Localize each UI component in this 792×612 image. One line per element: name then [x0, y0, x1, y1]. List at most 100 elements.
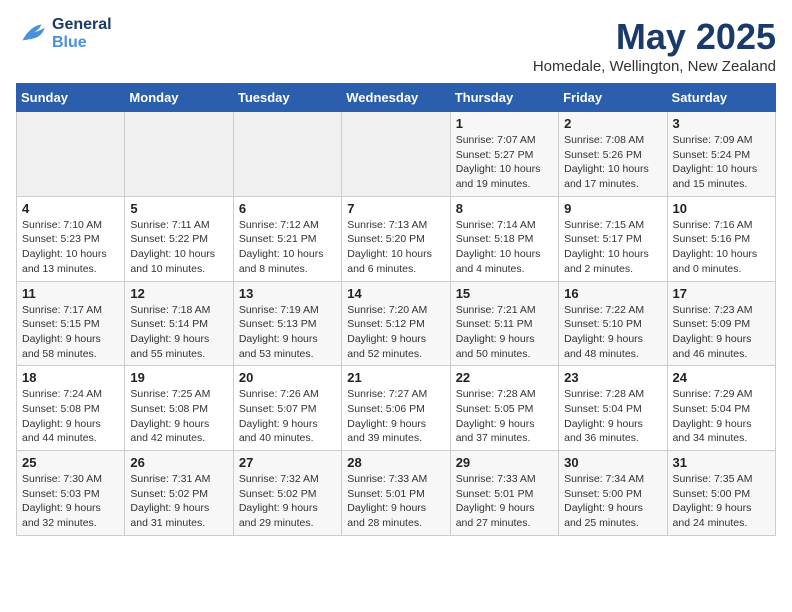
day-info: Sunrise: 7:27 AM Sunset: 5:06 PM Dayligh…	[347, 387, 444, 446]
day-number: 7	[347, 201, 444, 216]
day-number: 13	[239, 286, 336, 301]
calendar-cell: 9 Sunrise: 7:15 AM Sunset: 5:17 PM Daylig…	[559, 196, 667, 281]
day-number: 5	[130, 201, 227, 216]
day-number: 28	[347, 455, 444, 470]
day-info: Sunrise: 7:08 AM Sunset: 5:26 PM Dayligh…	[564, 133, 661, 192]
day-info: Sunrise: 7:19 AM Sunset: 5:13 PM Dayligh…	[239, 303, 336, 362]
calendar-cell: 1 Sunrise: 7:07 AM Sunset: 5:27 PM Daylig…	[450, 112, 558, 197]
day-info: Sunrise: 7:28 AM Sunset: 5:04 PM Dayligh…	[564, 387, 661, 446]
page-header: General Blue May 2025 Homedale, Wellingt…	[16, 16, 776, 75]
calendar-cell: 7 Sunrise: 7:13 AM Sunset: 5:20 PM Daylig…	[342, 196, 450, 281]
day-number: 15	[456, 286, 553, 301]
day-number: 18	[22, 370, 119, 385]
day-info: Sunrise: 7:12 AM Sunset: 5:21 PM Dayligh…	[239, 218, 336, 277]
title-block: May 2025 Homedale, Wellington, New Zeala…	[533, 16, 776, 75]
day-info: Sunrise: 7:35 AM Sunset: 5:00 PM Dayligh…	[673, 472, 770, 531]
day-number: 16	[564, 286, 661, 301]
calendar-cell: 10Sunrise: 7:16 AM Sunset: 5:16 PM Dayli…	[667, 196, 775, 281]
day-number: 29	[456, 455, 553, 470]
day-info: Sunrise: 7:17 AM Sunset: 5:15 PM Dayligh…	[22, 303, 119, 362]
calendar-header-row: SundayMondayTuesdayWednesdayThursdayFrid…	[17, 84, 776, 112]
calendar-cell: 30 Sunrise: 7:34 AM Sunset: 5:00 PM Dayli…	[559, 451, 667, 536]
day-number: 30	[564, 455, 661, 470]
day-number: 9	[564, 201, 661, 216]
logo: General Blue	[16, 16, 112, 51]
day-info: Sunrise: 7:20 AM Sunset: 5:12 PM Dayligh…	[347, 303, 444, 362]
day-number: 14	[347, 286, 444, 301]
day-info: Sunrise: 7:33 AM Sunset: 5:01 PM Dayligh…	[456, 472, 553, 531]
calendar-cell: 27Sunrise: 7:32 AM Sunset: 5:02 PM Dayli…	[233, 451, 341, 536]
calendar-cell: 8 Sunrise: 7:14 AM Sunset: 5:18 PM Daylig…	[450, 196, 558, 281]
day-number: 11	[22, 286, 119, 301]
day-number: 8	[456, 201, 553, 216]
day-info: Sunrise: 7:15 AM Sunset: 5:17 PM Dayligh…	[564, 218, 661, 277]
calendar-cell: 23Sunrise: 7:28 AM Sunset: 5:04 PM Dayli…	[559, 366, 667, 451]
day-number: 2	[564, 116, 661, 131]
day-number: 17	[673, 286, 770, 301]
day-info: Sunrise: 7:11 AM Sunset: 5:22 PM Dayligh…	[130, 218, 227, 277]
location-title: Homedale, Wellington, New Zealand	[533, 58, 776, 75]
logo-text-blue: Blue	[52, 34, 112, 52]
day-info: Sunrise: 7:18 AM Sunset: 5:14 PM Dayligh…	[130, 303, 227, 362]
calendar-cell	[125, 112, 233, 197]
day-info: Sunrise: 7:31 AM Sunset: 5:02 PM Dayligh…	[130, 472, 227, 531]
calendar-cell	[342, 112, 450, 197]
day-info: Sunrise: 7:28 AM Sunset: 5:05 PM Dayligh…	[456, 387, 553, 446]
day-number: 10	[673, 201, 770, 216]
calendar-table: SundayMondayTuesdayWednesdayThursdayFrid…	[16, 83, 776, 536]
calendar-cell: 13 Sunrise: 7:19 AM Sunset: 5:13 PM Dayli…	[233, 281, 341, 366]
day-info: Sunrise: 7:21 AM Sunset: 5:11 PM Dayligh…	[456, 303, 553, 362]
day-info: Sunrise: 7:22 AM Sunset: 5:10 PM Dayligh…	[564, 303, 661, 362]
weekday-header-sunday: Sunday	[17, 84, 125, 112]
calendar-cell	[233, 112, 341, 197]
logo-text-general: General	[52, 16, 112, 34]
calendar-week-1: 1 Sunrise: 7:07 AM Sunset: 5:27 PM Daylig…	[17, 112, 776, 197]
weekday-header-tuesday: Tuesday	[233, 84, 341, 112]
calendar-cell: 2 Sunrise: 7:08 AM Sunset: 5:26 PM Daylig…	[559, 112, 667, 197]
calendar-cell: 11 Sunrise: 7:17 AM Sunset: 5:15 PM Dayli…	[17, 281, 125, 366]
logo-icon	[16, 18, 48, 50]
calendar-cell: 20Sunrise: 7:26 AM Sunset: 5:07 PM Dayli…	[233, 366, 341, 451]
day-number: 26	[130, 455, 227, 470]
day-number: 4	[22, 201, 119, 216]
day-info: Sunrise: 7:07 AM Sunset: 5:27 PM Dayligh…	[456, 133, 553, 192]
day-info: Sunrise: 7:34 AM Sunset: 5:00 PM Dayligh…	[564, 472, 661, 531]
day-number: 22	[456, 370, 553, 385]
day-number: 31	[673, 455, 770, 470]
calendar-week-2: 4Sunrise: 7:10 AM Sunset: 5:23 PM Daylig…	[17, 196, 776, 281]
calendar-cell: 4Sunrise: 7:10 AM Sunset: 5:23 PM Daylig…	[17, 196, 125, 281]
day-info: Sunrise: 7:30 AM Sunset: 5:03 PM Dayligh…	[22, 472, 119, 531]
day-info: Sunrise: 7:25 AM Sunset: 5:08 PM Dayligh…	[130, 387, 227, 446]
weekday-header-saturday: Saturday	[667, 84, 775, 112]
calendar-cell: 19 Sunrise: 7:25 AM Sunset: 5:08 PM Dayli…	[125, 366, 233, 451]
day-number: 19	[130, 370, 227, 385]
weekday-header-wednesday: Wednesday	[342, 84, 450, 112]
month-title: May 2025	[533, 16, 776, 58]
calendar-cell: 29 Sunrise: 7:33 AM Sunset: 5:01 PM Dayli…	[450, 451, 558, 536]
day-info: Sunrise: 7:13 AM Sunset: 5:20 PM Dayligh…	[347, 218, 444, 277]
day-info: Sunrise: 7:29 AM Sunset: 5:04 PM Dayligh…	[673, 387, 770, 446]
calendar-cell: 3 Sunrise: 7:09 AM Sunset: 5:24 PM Daylig…	[667, 112, 775, 197]
day-number: 12	[130, 286, 227, 301]
calendar-cell: 25Sunrise: 7:30 AM Sunset: 5:03 PM Dayli…	[17, 451, 125, 536]
calendar-week-3: 11 Sunrise: 7:17 AM Sunset: 5:15 PM Dayli…	[17, 281, 776, 366]
calendar-cell: 31 Sunrise: 7:35 AM Sunset: 5:00 PM Dayli…	[667, 451, 775, 536]
calendar-week-5: 25Sunrise: 7:30 AM Sunset: 5:03 PM Dayli…	[17, 451, 776, 536]
calendar-cell: 28Sunrise: 7:33 AM Sunset: 5:01 PM Dayli…	[342, 451, 450, 536]
day-info: Sunrise: 7:26 AM Sunset: 5:07 PM Dayligh…	[239, 387, 336, 446]
day-info: Sunrise: 7:24 AM Sunset: 5:08 PM Dayligh…	[22, 387, 119, 446]
calendar-cell: 18 Sunrise: 7:24 AM Sunset: 5:08 PM Dayli…	[17, 366, 125, 451]
day-info: Sunrise: 7:14 AM Sunset: 5:18 PM Dayligh…	[456, 218, 553, 277]
weekday-header-friday: Friday	[559, 84, 667, 112]
calendar-cell: 17Sunrise: 7:23 AM Sunset: 5:09 PM Dayli…	[667, 281, 775, 366]
day-info: Sunrise: 7:09 AM Sunset: 5:24 PM Dayligh…	[673, 133, 770, 192]
calendar-cell: 16 Sunrise: 7:22 AM Sunset: 5:10 PM Dayli…	[559, 281, 667, 366]
weekday-header-monday: Monday	[125, 84, 233, 112]
calendar-cell: 5 Sunrise: 7:11 AM Sunset: 5:22 PM Daylig…	[125, 196, 233, 281]
day-number: 1	[456, 116, 553, 131]
day-info: Sunrise: 7:32 AM Sunset: 5:02 PM Dayligh…	[239, 472, 336, 531]
calendar-cell: 21Sunrise: 7:27 AM Sunset: 5:06 PM Dayli…	[342, 366, 450, 451]
day-number: 3	[673, 116, 770, 131]
calendar-cell: 24Sunrise: 7:29 AM Sunset: 5:04 PM Dayli…	[667, 366, 775, 451]
calendar-cell: 26 Sunrise: 7:31 AM Sunset: 5:02 PM Dayli…	[125, 451, 233, 536]
